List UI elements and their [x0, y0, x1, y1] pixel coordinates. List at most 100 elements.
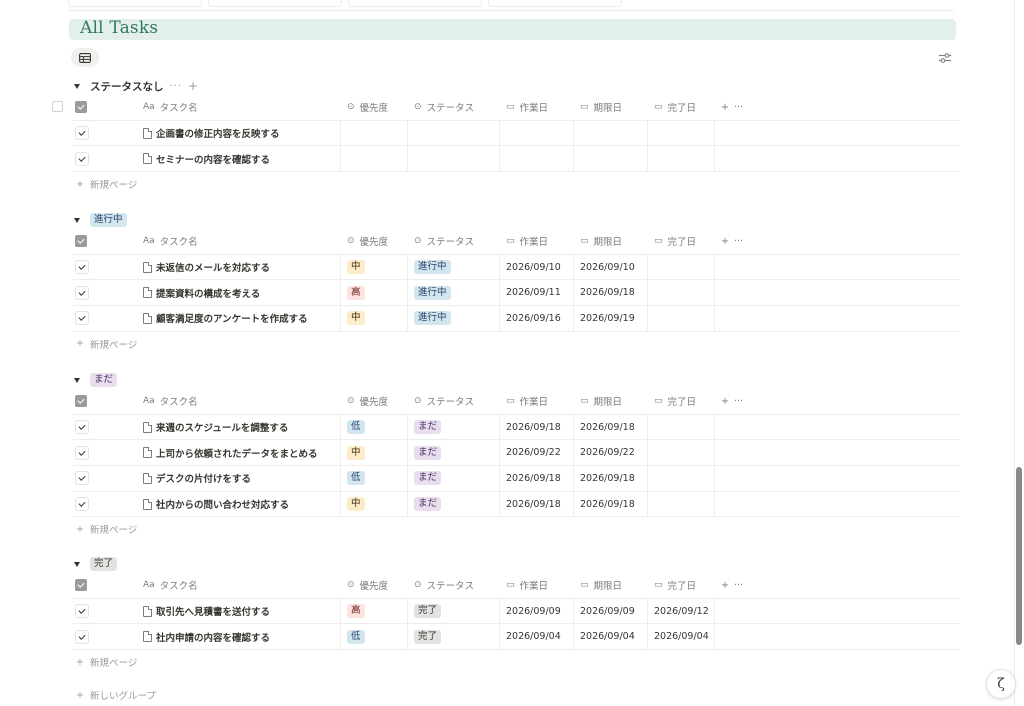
collapse-toggle-icon[interactable] — [74, 377, 80, 383]
done-date-cell[interactable] — [648, 440, 715, 466]
column-header-checkbox[interactable] — [72, 573, 136, 598]
work-date-cell[interactable]: 2026/09/18 — [500, 466, 574, 491]
more-icon[interactable]: ··· — [734, 396, 743, 407]
task-name-cell[interactable]: 顧客満足度のアンケートを作成する — [136, 306, 341, 331]
column-header-priority[interactable]: ⊙ 優先度 — [341, 389, 408, 414]
table-row[interactable]: 未返信のメールを対応する 中 進行中 2026/09/10 2026/09/10 — [72, 254, 960, 281]
due-date-cell[interactable]: 2026/09/09 — [574, 598, 648, 624]
status-cell[interactable]: 完了 — [408, 624, 500, 650]
done-date-cell[interactable] — [648, 146, 715, 172]
new-page-button[interactable]: + 新規ページ — [72, 332, 960, 356]
column-header-due_date[interactable]: ▭ 期限日 — [574, 229, 648, 254]
due-date-cell[interactable] — [574, 120, 648, 146]
work-date-cell[interactable]: 2026/09/10 — [500, 254, 574, 280]
row-checkbox-cell[interactable] — [72, 492, 136, 517]
priority-cell[interactable] — [341, 146, 408, 172]
row-checkbox-cell[interactable] — [72, 121, 136, 146]
column-header-status[interactable]: ⊙ ステータス — [408, 573, 500, 598]
checkbox[interactable] — [75, 311, 89, 326]
scrollbar-thumb[interactable] — [1016, 467, 1022, 645]
status-cell[interactable]: まだ — [408, 491, 500, 517]
priority-cell[interactable]: 低 — [341, 466, 408, 491]
new-page-button[interactable]: + 新規ページ — [72, 650, 960, 674]
work-date-cell[interactable] — [500, 146, 574, 172]
column-header-priority[interactable]: ⊙ 優先度 — [341, 95, 408, 120]
task-name-cell[interactable]: 社内申請の内容を確認する — [136, 624, 341, 650]
table-row[interactable]: 取引先へ見積書を送付する 高 完了 2026/09/09 2026/09/09 2026/… — [72, 598, 960, 625]
table-row[interactable]: 社内からの問い合わせ対応する 中 まだ 2026/09/18 2026/09/18 — [72, 491, 960, 518]
work-date-cell[interactable]: 2026/09/11 — [500, 280, 574, 306]
row-checkbox-cell[interactable] — [72, 306, 136, 331]
table-row[interactable]: 社内申請の内容を確認する 低 完了 2026/09/04 2026/09/04 2026/… — [72, 624, 960, 651]
column-header-name[interactable]: Aa タスク名 — [136, 573, 341, 598]
due-date-cell[interactable]: 2026/09/18 — [574, 414, 648, 440]
column-header-due_date[interactable]: ▭ 期限日 — [574, 95, 648, 120]
checkbox[interactable] — [75, 471, 89, 486]
row-checkbox-cell[interactable] — [72, 146, 136, 171]
status-cell[interactable]: 進行中 — [408, 280, 500, 306]
add-icon[interactable]: + — [188, 79, 198, 93]
task-name-cell[interactable]: 取引先へ見積書を送付する — [136, 598, 341, 624]
done-date-cell[interactable]: 2026/09/12 — [648, 598, 715, 624]
column-header-checkbox[interactable] — [72, 95, 136, 120]
work-date-cell[interactable] — [500, 120, 574, 146]
due-date-cell[interactable]: 2026/09/22 — [574, 440, 648, 466]
column-header-status[interactable]: ⊙ ステータス — [408, 229, 500, 254]
checkbox[interactable] — [75, 445, 89, 460]
more-icon[interactable]: ··· — [734, 102, 743, 113]
due-date-cell[interactable]: 2026/09/19 — [574, 306, 648, 331]
column-header-due_date[interactable]: ▭ 期限日 — [574, 573, 648, 598]
task-name-cell[interactable]: 社内からの問い合わせ対応する — [136, 491, 341, 517]
new-page-button[interactable]: + 新規ページ — [72, 517, 960, 541]
table-row[interactable]: 企画書の修正内容を反映する — [72, 120, 960, 147]
database-title[interactable]: All Tasks — [80, 18, 158, 38]
column-header-checkbox[interactable] — [72, 229, 136, 254]
column-header-name[interactable]: Aa タスク名 — [136, 95, 341, 120]
status-cell[interactable]: まだ — [408, 466, 500, 491]
column-header-work_date[interactable]: ▭ 作業日 — [500, 95, 574, 120]
due-date-cell[interactable]: 2026/09/18 — [574, 466, 648, 491]
more-options-icon[interactable]: ··· — [170, 81, 183, 92]
help-button[interactable]: ζ — [986, 669, 1016, 699]
new-group-button[interactable]: + 新しいグループ — [76, 688, 156, 703]
column-header-status[interactable]: ⊙ ステータス — [408, 95, 500, 120]
collapse-toggle-icon[interactable] — [74, 217, 80, 223]
add-column-icon[interactable]: + — [721, 102, 729, 113]
priority-cell[interactable]: 中 — [341, 306, 408, 331]
add-column-icon[interactable]: + — [721, 236, 729, 247]
status-cell[interactable]: 進行中 — [408, 306, 500, 331]
collapse-toggle-icon[interactable] — [74, 561, 80, 567]
task-name-cell[interactable]: 未返信のメールを対応する — [136, 254, 341, 280]
row-checkbox-cell[interactable] — [72, 599, 136, 624]
row-checkbox-cell[interactable] — [72, 466, 136, 491]
row-checkbox-cell[interactable] — [72, 624, 136, 649]
column-header-name[interactable]: Aa タスク名 — [136, 229, 341, 254]
work-date-cell[interactable]: 2026/09/18 — [500, 491, 574, 517]
table-row[interactable]: セミナーの内容を確認する — [72, 146, 960, 173]
column-header-due_date[interactable]: ▭ 期限日 — [574, 389, 648, 414]
priority-cell[interactable]: 高 — [341, 598, 408, 624]
done-date-cell[interactable] — [648, 120, 715, 146]
add-column-icon[interactable]: + — [721, 396, 729, 407]
due-date-cell[interactable] — [574, 146, 648, 172]
status-cell[interactable]: まだ — [408, 440, 500, 466]
task-name-cell[interactable]: 提案資料の構成を考える — [136, 280, 341, 306]
due-date-cell[interactable]: 2026/09/10 — [574, 254, 648, 280]
select-all-checkbox[interactable] — [52, 101, 63, 112]
column-header-done_date[interactable]: ▭ 完了日 — [648, 389, 715, 414]
column-header-work_date[interactable]: ▭ 作業日 — [500, 229, 574, 254]
checkbox[interactable] — [75, 151, 89, 166]
priority-cell[interactable]: 低 — [341, 624, 408, 650]
done-date-cell[interactable] — [648, 254, 715, 280]
work-date-cell[interactable]: 2026/09/22 — [500, 440, 574, 466]
column-header-work_date[interactable]: ▭ 作業日 — [500, 573, 574, 598]
column-header-priority[interactable]: ⊙ 優先度 — [341, 229, 408, 254]
work-date-cell[interactable]: 2026/09/04 — [500, 624, 574, 650]
view-settings-icon[interactable] — [938, 52, 952, 64]
row-checkbox-cell[interactable] — [72, 280, 136, 305]
checkbox[interactable] — [75, 604, 89, 619]
work-date-cell[interactable]: 2026/09/09 — [500, 598, 574, 624]
status-cell[interactable]: まだ — [408, 414, 500, 440]
checkbox[interactable] — [75, 629, 89, 644]
table-row[interactable]: 提案資料の構成を考える 高 進行中 2026/09/11 2026/09/18 — [72, 280, 960, 307]
